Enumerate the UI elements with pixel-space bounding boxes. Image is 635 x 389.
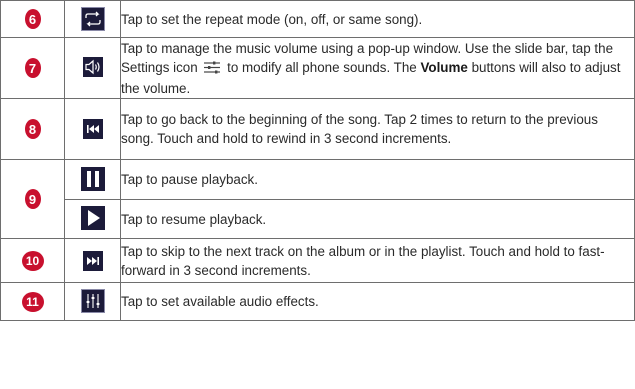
volume-keyword: Volume [420, 59, 468, 75]
music-controls-table: 6 Tap to set the repeat mode (on, off, o… [0, 0, 635, 321]
icon-cell [64, 0, 121, 38]
rewind-icon [82, 119, 103, 139]
description-cell: Tap to resume playback. [120, 199, 635, 239]
number-cell: 11 [0, 282, 65, 321]
table-row: 8 Tap to go back to the beginning of the… [0, 98, 635, 160]
description-cell: Tap to pause playback. [120, 159, 635, 200]
repeat-icon [80, 6, 105, 31]
icon-cell [64, 159, 121, 200]
table-row: 10 Tap to skip to the next track on the … [0, 238, 635, 283]
number-badge: 6 [24, 9, 41, 29]
icon-cell [64, 98, 121, 160]
table-row: Tap to resume playback. [1, 199, 635, 239]
description-cell: Tap to manage the music volume using a p… [120, 37, 635, 99]
icon-cell [64, 37, 121, 99]
pause-icon [80, 166, 105, 191]
description-cell: Tap to skip to the next track on the alb… [120, 238, 635, 283]
settings-sliders-icon [203, 60, 221, 79]
equalizer-icon [80, 288, 105, 313]
number-cell: 6 [0, 0, 65, 38]
fast-forward-icon [82, 250, 103, 271]
volume-icon [82, 56, 103, 77]
table-row: 6 Tap to set the repeat mode (on, off, o… [0, 0, 635, 38]
number-cell: 10 [0, 238, 65, 283]
number-cell: 7 [0, 37, 65, 99]
number-badge: 9 [24, 189, 41, 209]
number-badge: 8 [24, 119, 41, 139]
description-text: to modify all phone sounds. The [227, 59, 417, 75]
number-badge: 10 [21, 250, 44, 271]
icon-cell [64, 238, 121, 283]
number-badge: 11 [21, 291, 44, 312]
table-row: 7 Tap to manage the music volume using a… [0, 37, 635, 99]
table-row: 9 Tap to pause playback. [0, 159, 635, 239]
play-icon [80, 206, 105, 230]
number-badge: 7 [24, 58, 41, 78]
icon-cell [64, 199, 121, 239]
table-row: 11 Tap to set available audio effects. [0, 282, 635, 321]
description-cell: Tap to set available audio effects. [120, 282, 635, 321]
description-cell: Tap to set the repeat mode (on, off, or … [120, 0, 635, 38]
icon-cell [64, 282, 121, 321]
number-cell: 9 [0, 159, 65, 239]
number-cell: 8 [0, 98, 65, 160]
description-cell: Tap to go back to the beginning of the s… [120, 98, 635, 160]
